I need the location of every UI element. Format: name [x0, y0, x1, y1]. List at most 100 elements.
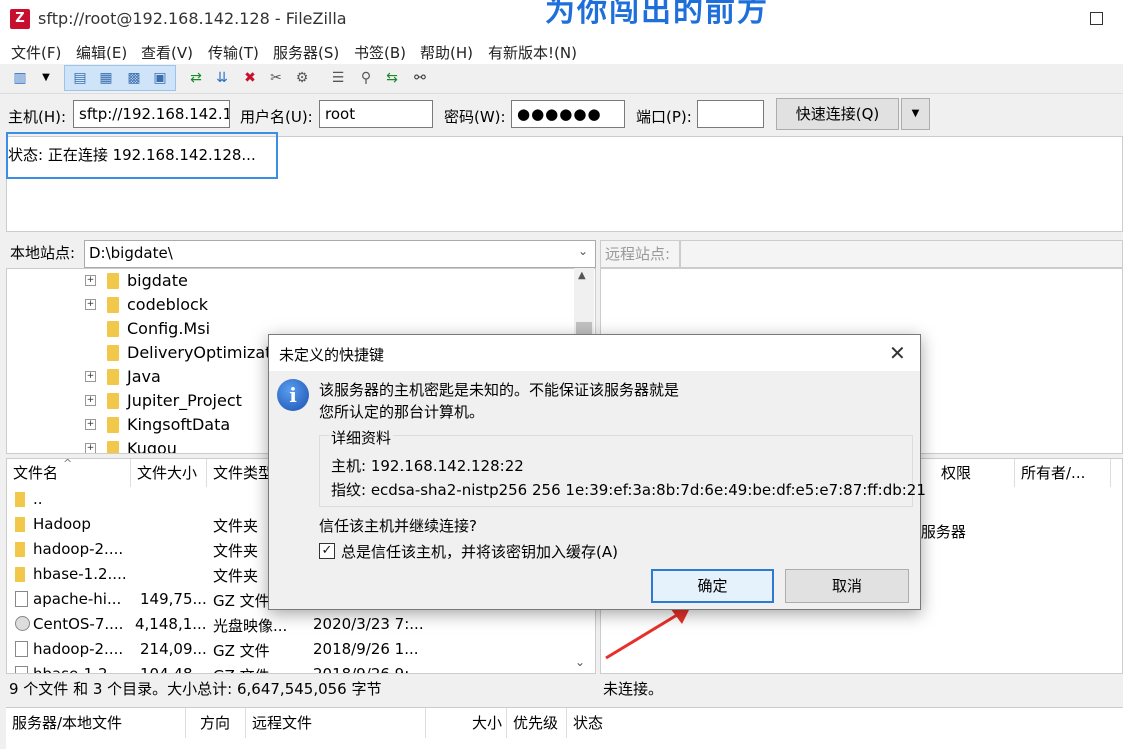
- site-manager-dropdown-icon[interactable]: ▼: [36, 68, 56, 88]
- queue-header-remote-file[interactable]: 远程文件: [246, 708, 426, 738]
- info-icon: i: [277, 379, 309, 411]
- menu-file[interactable]: 文件(F): [11, 42, 61, 63]
- file-name: hadoop-2....: [33, 540, 124, 558]
- menu-bar: 文件(F) 编辑(E) 查看(V) 传输(T) 服务器(S) 书签(B) 帮助(…: [0, 38, 1123, 64]
- column-header-owner[interactable]: 所有者/...: [1015, 459, 1111, 487]
- expand-icon[interactable]: +: [85, 443, 96, 453]
- column-header-size[interactable]: 文件大小: [131, 459, 207, 487]
- menu-transfer[interactable]: 传输(T): [208, 42, 259, 63]
- expand-icon[interactable]: +: [85, 371, 96, 382]
- folder-icon: [107, 297, 119, 313]
- refresh-icon[interactable]: ⇄: [186, 68, 206, 88]
- folder-icon: [107, 273, 119, 289]
- message-log-icon[interactable]: ▤: [70, 68, 90, 88]
- expand-icon[interactable]: +: [85, 419, 96, 430]
- folder-icon: [15, 542, 25, 557]
- port-input[interactable]: [697, 100, 764, 128]
- ok-button[interactable]: 确定: [651, 569, 774, 603]
- file-name: hadoop-2....: [33, 640, 124, 658]
- site-manager-icon[interactable]: ▥: [10, 68, 30, 88]
- password-input[interactable]: ●●●●●●: [511, 100, 625, 128]
- file-type: 文件夹: [213, 567, 259, 585]
- file-type: GZ 文件: [213, 592, 270, 610]
- sync-browse-icon[interactable]: ⇆: [382, 68, 402, 88]
- table-row[interactable]: hadoop-2.... 214,09... GZ 文件 2018/9/26 1…: [7, 637, 577, 662]
- folder-icon: [107, 393, 119, 409]
- tree-item-label: DeliveryOptimizatio: [127, 343, 286, 362]
- folder-icon: [107, 369, 119, 385]
- window-title: sftp://root@192.168.142.128 - FileZilla: [38, 9, 347, 28]
- file-size: 4,148,1...: [135, 615, 207, 633]
- always-trust-checkbox[interactable]: ✓: [319, 543, 335, 559]
- file-type: 光盘映像...: [213, 617, 288, 635]
- reconnect-icon[interactable]: ⚙: [292, 68, 312, 88]
- process-queue-icon[interactable]: ⇊: [212, 68, 232, 88]
- file-size: 104,48...: [140, 665, 207, 674]
- file-date: 2018/9/26 9:...: [313, 665, 424, 674]
- always-trust-checkbox-label[interactable]: 总是信任该主机，并将该密钥加入缓存(A): [341, 541, 618, 562]
- dialog-message-line2: 您所认定的那台计算机。: [319, 403, 485, 421]
- file-type: GZ 文件: [213, 642, 270, 660]
- log-status-line: 状态: 正在连接 192.168.142.128...: [8, 146, 256, 164]
- maximize-icon[interactable]: [1090, 12, 1103, 25]
- scroll-down-icon[interactable]: ⌄: [575, 655, 585, 669]
- menu-bookmarks[interactable]: 书签(B): [354, 42, 406, 63]
- menu-new-version[interactable]: 有新版本!(N): [488, 42, 577, 63]
- remote-status-bar: 未连接。: [603, 680, 664, 698]
- remote-placeholder-text: ]服务器: [915, 523, 966, 541]
- file-name: apache-hi...: [33, 590, 122, 608]
- transfer-queue-icon[interactable]: ▣: [150, 68, 170, 88]
- username-input[interactable]: root: [319, 100, 433, 128]
- scroll-up-icon[interactable]: ▲: [578, 270, 586, 281]
- expand-icon[interactable]: +: [85, 395, 96, 406]
- table-row[interactable]: CentOS-7.... 4,148,1... 光盘映像... 2020/3/2…: [7, 612, 577, 637]
- file-name: Hadoop: [33, 515, 91, 533]
- host-input[interactable]: sftp://192.168.142.1: [73, 100, 230, 128]
- search-icon[interactable]: ⚯: [410, 68, 430, 88]
- close-icon[interactable]: ✕: [889, 341, 906, 365]
- directory-filter-icon[interactable]: ☰: [328, 68, 348, 88]
- queue-header-priority[interactable]: 优先级: [507, 708, 567, 738]
- local-tree-icon[interactable]: ▦: [96, 68, 116, 88]
- expand-icon[interactable]: +: [85, 299, 96, 310]
- file-name: ..: [33, 490, 43, 508]
- file-size: 149,75...: [140, 590, 207, 608]
- file-name: CentOS-7....: [33, 615, 124, 633]
- tree-item-label: Config.Msi: [127, 319, 211, 338]
- local-site-label: 本地站点:: [10, 244, 76, 262]
- expand-icon[interactable]: +: [85, 275, 96, 286]
- port-label: 端口(P):: [636, 108, 692, 126]
- queue-header-size[interactable]: 大小: [462, 708, 507, 738]
- cancel-button[interactable]: 取消: [785, 569, 909, 603]
- menu-server[interactable]: 服务器(S): [273, 42, 339, 63]
- column-header-permissions[interactable]: 权限: [935, 459, 1015, 487]
- menu-view[interactable]: 查看(V): [141, 42, 193, 63]
- menu-help[interactable]: 帮助(H): [420, 42, 473, 63]
- tree-item-label: Java: [127, 367, 161, 386]
- queue-header-server-local-file[interactable]: 服务器/本地文件: [6, 708, 186, 738]
- quickconnect-history-dropdown[interactable]: ▼: [901, 98, 930, 130]
- file-name: hbase-1.2....: [33, 565, 127, 583]
- file-type: 文件夹: [213, 517, 259, 535]
- tree-item[interactable]: + codeblock: [7, 293, 577, 317]
- column-header-type[interactable]: 文件类型: [207, 459, 277, 487]
- menu-edit[interactable]: 编辑(E): [76, 42, 127, 63]
- remote-tree-icon[interactable]: ▩: [124, 68, 144, 88]
- disconnect-icon[interactable]: ✂: [266, 68, 286, 88]
- file-date: 2018/9/26 1...: [313, 640, 419, 658]
- tree-item[interactable]: + bigdate: [7, 269, 577, 293]
- queue-header-direction[interactable]: 方向: [194, 708, 246, 738]
- remote-path-input[interactable]: [680, 240, 1123, 268]
- transfer-queue[interactable]: 服务器/本地文件 方向 远程文件 大小 优先级 状态: [6, 707, 1123, 749]
- local-path-input[interactable]: D:\bigdate\: [84, 240, 596, 268]
- table-row[interactable]: hbase-1.2.... 104,48... GZ 文件 2018/9/26 …: [7, 662, 577, 674]
- queue-header-status[interactable]: 状态: [567, 708, 647, 738]
- dialog-title: 未定义的快捷键: [279, 346, 385, 364]
- tree-item-label: codeblock: [127, 295, 209, 314]
- compare-icon[interactable]: ⚲: [356, 68, 376, 88]
- chevron-down-icon[interactable]: ⌄: [578, 244, 588, 258]
- quickconnect-button[interactable]: 快速连接(Q): [776, 98, 899, 130]
- file-name: hbase-1.2....: [33, 665, 127, 674]
- quickconnect-bar: 主机(H): sftp://192.168.142.1 用户名(U): root…: [0, 94, 1123, 134]
- cancel-operation-icon[interactable]: ✖: [240, 68, 260, 88]
